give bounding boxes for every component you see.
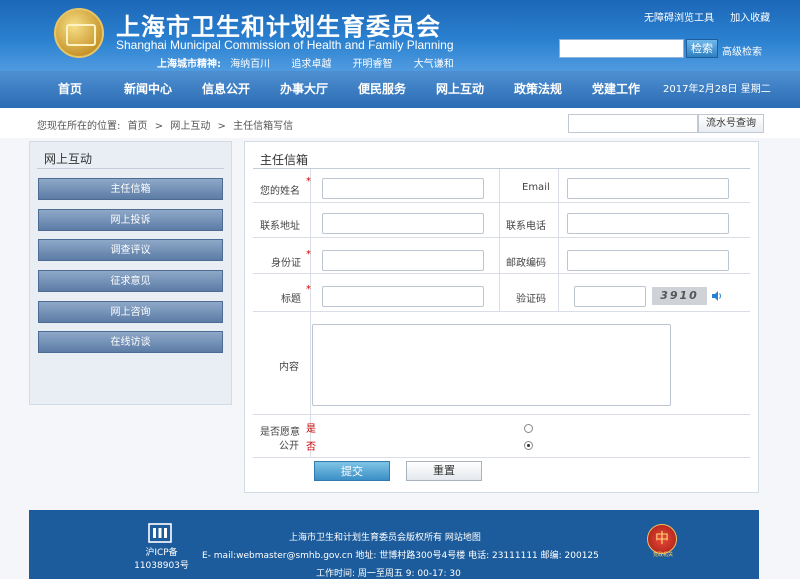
form-divider bbox=[310, 169, 311, 458]
nav-item-party-work[interactable]: 党建工作 bbox=[592, 71, 640, 108]
serial-number-query-button[interactable]: 流水号查询 bbox=[698, 114, 764, 133]
id-number-field[interactable] bbox=[322, 250, 484, 271]
sidebar: 网上互动 主任信箱 网上投诉 调查评议 征求意见 网上咨询 在线访谈 bbox=[29, 141, 232, 405]
sidebar-item-director-mailbox[interactable]: 主任信箱 bbox=[38, 178, 223, 200]
city-spirit-item: 追求卓越 bbox=[291, 59, 332, 70]
email-field[interactable] bbox=[567, 178, 729, 199]
subject-label: 标题 bbox=[281, 294, 301, 305]
current-date: 2017年2月28日 星期二 bbox=[663, 84, 771, 95]
site-search-button[interactable]: 检索 bbox=[686, 39, 718, 58]
main-nav: 首页 新闻中心 信息公开 办事大厅 便民服务 网上互动 政策法规 党建工作 20… bbox=[0, 71, 800, 108]
sidebar-item-online-interview[interactable]: 在线访谈 bbox=[38, 331, 223, 353]
sidebar-title: 网上互动 bbox=[44, 152, 93, 166]
form-row bbox=[253, 415, 750, 458]
submit-button[interactable]: 提交 bbox=[314, 461, 390, 481]
public-option-yes-radio[interactable] bbox=[524, 424, 533, 433]
email-label: Email bbox=[522, 182, 550, 193]
add-favorite-link[interactable]: 加入收藏 bbox=[730, 13, 770, 24]
public-option-no-radio[interactable] bbox=[524, 441, 533, 450]
city-spirit-item: 大气谦和 bbox=[413, 59, 454, 70]
phone-field[interactable] bbox=[567, 213, 729, 234]
nav-item-info-disclosure[interactable]: 信息公开 bbox=[202, 71, 250, 108]
public-label: 公开 bbox=[279, 441, 299, 452]
nav-item-news[interactable]: 新闻中心 bbox=[124, 71, 172, 108]
site-footer: 沪ICP备11038903号 上海市卫生和计划生育委员会版权所有 网站地图 E-… bbox=[29, 510, 759, 579]
content-textarea[interactable] bbox=[312, 324, 671, 406]
form-divider bbox=[558, 169, 559, 312]
address-label: 联系地址 bbox=[260, 221, 300, 232]
breadcrumb-online-interaction[interactable]: 网上互动 bbox=[170, 121, 210, 132]
site-title-cn: 上海市卫生和计划生育委员会 bbox=[116, 13, 441, 41]
required-mark: * bbox=[306, 249, 311, 260]
nav-item-online-interaction[interactable]: 网上互动 bbox=[436, 71, 484, 108]
accessibility-link[interactable]: 无障碍浏览工具 bbox=[644, 13, 714, 24]
captcha-field[interactable] bbox=[574, 286, 646, 307]
sidebar-item-survey[interactable]: 调查评议 bbox=[38, 239, 223, 261]
advanced-search-link[interactable]: 高级检索 bbox=[722, 43, 762, 58]
captcha-label: 验证码 bbox=[516, 294, 546, 305]
party-government-badge-icon[interactable]: 中 bbox=[647, 524, 677, 554]
top-links: 无障碍浏览工具 加入收藏 bbox=[644, 9, 783, 24]
hours-text: 工作时间: 周一至周五 9: 00-17: 30 bbox=[316, 569, 461, 579]
government-emblem-icon bbox=[54, 8, 104, 58]
site-header: 上海市卫生和计划生育委员会 Shanghai Municipal Commiss… bbox=[0, 0, 800, 71]
public-option-yes-label: 是 bbox=[306, 424, 316, 435]
site-title-en: Shanghai Municipal Commission of Health … bbox=[116, 38, 454, 52]
zip-label: 邮政编码 bbox=[506, 258, 546, 269]
id-number-label: 身份证 bbox=[271, 258, 301, 269]
zip-field[interactable] bbox=[567, 250, 729, 271]
required-mark: * bbox=[306, 284, 311, 295]
serial-number-input[interactable] bbox=[568, 114, 698, 133]
public-option-no-label: 否 bbox=[306, 442, 316, 453]
nav-item-policies[interactable]: 政策法规 bbox=[514, 71, 562, 108]
subject-field[interactable] bbox=[322, 286, 484, 307]
captcha-image[interactable]: 3910 bbox=[652, 287, 707, 305]
speaker-icon[interactable] bbox=[712, 290, 722, 302]
name-label: 您的姓名 bbox=[260, 186, 300, 197]
badge-label: 党政机关 bbox=[652, 552, 673, 558]
name-field[interactable] bbox=[322, 178, 484, 199]
building-icon bbox=[147, 522, 173, 544]
breadcrumb: 您现在所在的位置: 首页 > 网上互动 > 主任信箱写信 bbox=[37, 117, 297, 132]
icp-record[interactable]: 沪ICP备11038903号 bbox=[134, 547, 189, 573]
breadcrumb-home[interactable]: 首页 bbox=[128, 121, 148, 132]
site-search-input[interactable] bbox=[559, 39, 684, 58]
nav-item-service-hall[interactable]: 办事大厅 bbox=[280, 71, 328, 108]
breadcrumb-current: 主任信箱写信 bbox=[233, 121, 294, 132]
city-spirit-item: 海纳百川 bbox=[230, 59, 271, 70]
address-field[interactable] bbox=[322, 213, 484, 234]
public-label: 是否愿意 bbox=[260, 427, 300, 438]
city-spirit-label: 上海城市精神: bbox=[157, 59, 221, 70]
sidebar-divider bbox=[37, 168, 224, 169]
sidebar-item-solicit-opinions[interactable]: 征求意见 bbox=[38, 270, 223, 292]
copyright-text: 上海市卫生和计划生育委员会版权所有 网站地图 bbox=[289, 533, 481, 543]
reset-button[interactable]: 重置 bbox=[406, 461, 482, 481]
breadcrumb-prefix: 您现在所在的位置: bbox=[37, 121, 121, 132]
sidebar-item-online-complaint[interactable]: 网上投诉 bbox=[38, 209, 223, 231]
sidebar-item-online-consult[interactable]: 网上咨询 bbox=[38, 301, 223, 323]
required-mark: * bbox=[306, 176, 311, 187]
nav-item-home[interactable]: 首页 bbox=[58, 71, 82, 108]
phone-label: 联系电话 bbox=[506, 221, 546, 232]
chevron-right-icon: > bbox=[154, 121, 164, 132]
panel-title: 主任信箱 bbox=[260, 153, 309, 167]
city-spirit-item: 开明睿智 bbox=[352, 59, 393, 70]
content-label: 内容 bbox=[279, 362, 299, 373]
mailbox-form-panel: 主任信箱 您的姓名 * Email 联系地址 联系电话 身份证 * 邮政编码 标… bbox=[244, 141, 759, 493]
form-divider bbox=[499, 169, 500, 312]
city-spirit: 上海城市精神: 海纳百川 追求卓越 开明睿智 大气谦和 bbox=[157, 55, 472, 70]
nav-item-public-service[interactable]: 便民服务 bbox=[358, 71, 406, 108]
chevron-right-icon: > bbox=[217, 121, 226, 132]
contact-text: E- mail:webmaster@smhb.gov.cn 地址: 世博村路30… bbox=[202, 551, 599, 561]
